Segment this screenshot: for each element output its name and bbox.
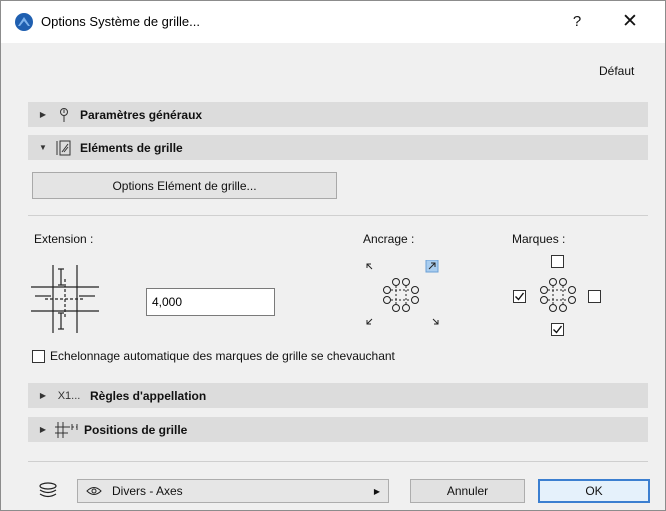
expand-arrow-icon[interactable]: ▶ xyxy=(34,102,52,127)
layer-dropdown[interactable]: Divers - Axes ▶ xyxy=(77,479,389,503)
anchor-label: Ancrage : xyxy=(363,232,415,246)
naming-prefix-icon: X1... xyxy=(57,389,81,402)
mark-right-checkbox[interactable] xyxy=(588,290,601,303)
divider xyxy=(28,215,648,216)
extension-label: Extension : xyxy=(34,232,94,246)
grid-element-icon xyxy=(52,138,76,158)
expand-arrow-icon[interactable]: ▶ xyxy=(34,417,52,442)
divider xyxy=(28,461,648,462)
mark-left-checkbox[interactable] xyxy=(513,290,526,303)
section-positions-label: Positions de grille xyxy=(84,422,188,437)
layers-icon xyxy=(39,482,57,498)
marks-label: Marques : xyxy=(512,232,566,246)
layer-dropdown-value: Divers - Axes xyxy=(112,484,183,498)
archicad-app-icon xyxy=(15,13,33,31)
grid-positions-icon xyxy=(52,420,80,440)
mark-bottom-checkbox[interactable] xyxy=(551,323,564,336)
ok-button[interactable]: OK xyxy=(538,479,650,503)
section-grid-elements[interactable]: ▼ Eléments de grille xyxy=(28,135,648,160)
expand-arrow-icon[interactable]: ▶ xyxy=(34,383,52,408)
title-bar: Options Système de grille... ? ✕ xyxy=(1,1,665,43)
cancel-button[interactable]: Annuler xyxy=(410,479,525,503)
section-naming-rules[interactable]: ▶ X1... Règles d'appellation xyxy=(28,383,648,408)
help-button[interactable]: ? xyxy=(557,8,597,36)
grid-element-options-button[interactable]: Options Elément de grille... xyxy=(32,172,337,199)
section-elements-label: Eléments de grille xyxy=(80,140,183,155)
mark-top-checkbox[interactable] xyxy=(551,255,564,268)
close-button[interactable]: ✕ xyxy=(608,8,652,36)
stagger-marks-checkbox[interactable] xyxy=(32,350,45,363)
section-general-settings[interactable]: ▶ Paramètres généraux xyxy=(28,102,648,127)
section-general-label: Paramètres généraux xyxy=(80,107,203,122)
extension-diagram-icon xyxy=(31,265,99,333)
window-title: Options Système de grille... xyxy=(41,14,200,29)
checkmark-icon xyxy=(553,325,563,334)
stagger-marks-label[interactable]: Echelonnage automatique des marques de g… xyxy=(50,349,395,363)
default-link[interactable]: Défaut xyxy=(599,64,634,78)
pin-icon xyxy=(52,105,76,125)
anchor-diagram-icon[interactable] xyxy=(363,260,443,330)
checkmark-icon xyxy=(515,292,525,301)
eye-icon xyxy=(86,487,102,495)
chevron-right-icon: ▶ xyxy=(373,486,380,496)
section-naming-label: Règles d'appellation xyxy=(90,388,207,403)
section-grid-positions[interactable]: ▶ Positions de grille xyxy=(28,417,648,442)
collapse-arrow-icon[interactable]: ▼ xyxy=(34,135,52,160)
extension-input[interactable] xyxy=(146,288,275,316)
grid-system-options-dialog: Options Système de grille... ? ✕ Défaut … xyxy=(0,0,666,511)
